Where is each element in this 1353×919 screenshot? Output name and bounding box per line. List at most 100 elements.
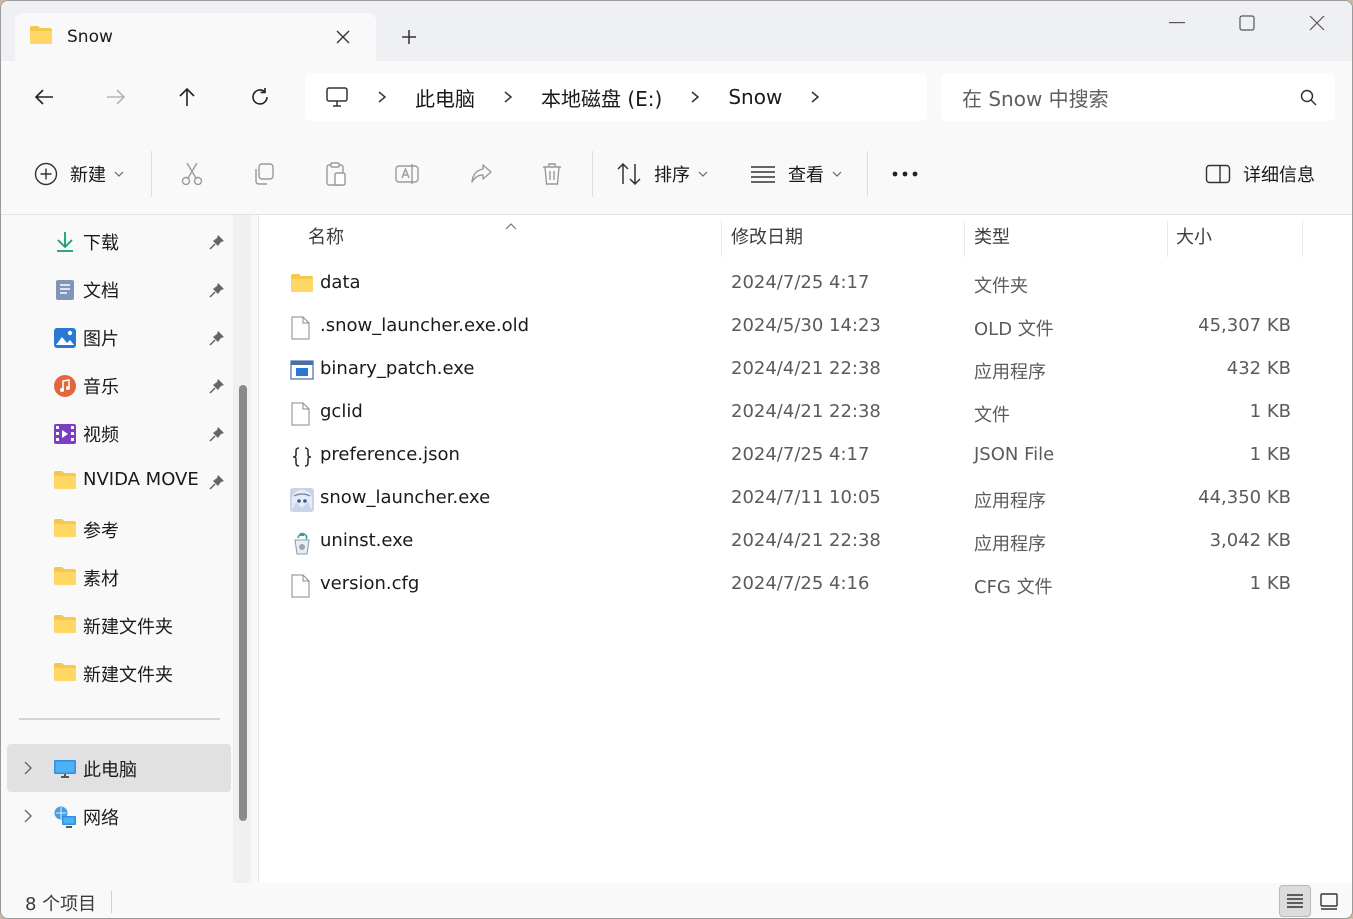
share-button[interactable] xyxy=(468,155,494,193)
sidebar-item-label: 视频 xyxy=(83,425,119,446)
chevron-right-icon xyxy=(501,90,515,104)
details-pane-icon xyxy=(1205,164,1231,184)
arrow-right-icon xyxy=(107,89,126,105)
delete-button[interactable] xyxy=(539,155,565,193)
file-list: 名称 修改日期 类型 大小 data 2024/7/25 4:17 文件夹 .s… xyxy=(260,215,1352,883)
rename-button[interactable] xyxy=(394,155,420,193)
folder-icon xyxy=(53,518,77,542)
file-size: 1 KB xyxy=(1249,573,1291,594)
sidebar-item-documents[interactable]: 文档 xyxy=(1,265,231,313)
column-divider[interactable] xyxy=(1167,221,1168,257)
sidebar-item-network[interactable]: 网络 xyxy=(1,792,231,840)
copy-button[interactable] xyxy=(251,155,277,193)
computer-icon xyxy=(53,757,77,781)
new-tab-button[interactable] xyxy=(395,23,423,51)
sidebar-item-materials[interactable]: 素材 xyxy=(1,553,231,601)
maximize-button[interactable] xyxy=(1212,1,1282,45)
large-icons-view-icon xyxy=(1320,893,1338,910)
file-name: data xyxy=(320,272,361,293)
tab-snow[interactable]: Snow xyxy=(15,13,376,61)
up-button[interactable] xyxy=(169,79,205,115)
sidebar-item-pictures[interactable]: 图片 xyxy=(1,313,231,361)
file-name: gclid xyxy=(320,401,363,422)
cut-button[interactable] xyxy=(179,155,205,193)
forward-button[interactable] xyxy=(98,79,134,115)
view-list-icon xyxy=(751,166,775,183)
document-icon xyxy=(53,278,77,302)
breadcrumb-snow[interactable]: Snow xyxy=(728,85,782,109)
table-row[interactable]: data 2024/7/25 4:17 文件夹 xyxy=(260,262,1352,305)
paste-button[interactable] xyxy=(323,155,349,193)
sidebar-scrollbar-thumb[interactable] xyxy=(239,385,247,821)
table-row[interactable]: binary_patch.exe 2024/4/21 22:38 应用程序 43… xyxy=(260,348,1352,391)
chevron-right-icon xyxy=(688,90,702,104)
sidebar-item-new-folder-2[interactable]: 新建文件夹 xyxy=(1,649,231,697)
navigation-bar: 此电脑 本地磁盘 (E:) Snow 在 Snow 中搜索 xyxy=(1,61,1352,133)
pin-icon[interactable] xyxy=(209,474,225,494)
minimize-button[interactable] xyxy=(1142,1,1212,45)
chevron-right-icon[interactable] xyxy=(808,90,822,104)
details-pane-button[interactable]: 详细信息 xyxy=(1205,155,1315,193)
column-header-name[interactable]: 名称 xyxy=(308,215,718,257)
refresh-button[interactable] xyxy=(242,79,278,115)
file-icon xyxy=(290,402,314,426)
file-date: 2024/7/11 10:05 xyxy=(731,487,881,508)
pin-icon[interactable] xyxy=(209,282,225,302)
more-options-button[interactable] xyxy=(891,155,919,193)
column-header-size[interactable]: 大小 xyxy=(1176,215,1296,257)
navigation-pane: 下载 文档 图片 音乐 视频 NVIDA MOVE 参考 素材 新建文件夹 新建… xyxy=(1,215,259,883)
pin-icon[interactable] xyxy=(209,330,225,350)
table-row[interactable]: uninst.exe 2024/4/21 22:38 应用程序 3,042 KB xyxy=(260,520,1352,563)
file-size: 1 KB xyxy=(1249,444,1291,465)
column-header-type[interactable]: 类型 xyxy=(974,215,1164,257)
sidebar-item-new-folder[interactable]: 新建文件夹 xyxy=(1,601,231,649)
file-size: 3,042 KB xyxy=(1209,530,1291,551)
sidebar-item-reference[interactable]: 参考 xyxy=(1,505,231,553)
tiles-view-button[interactable] xyxy=(1313,885,1345,917)
sidebar-item-videos[interactable]: 视频 xyxy=(1,409,231,457)
sidebar-item-label: 新建文件夹 xyxy=(83,665,173,686)
column-divider[interactable] xyxy=(964,221,965,257)
column-divider[interactable] xyxy=(721,221,722,257)
sidebar-item-downloads[interactable]: 下载 xyxy=(1,217,231,265)
toolbar-divider xyxy=(151,151,152,197)
table-row[interactable]: .snow_launcher.exe.old 2024/5/30 14:23 O… xyxy=(260,305,1352,348)
file-date: 2024/4/21 22:38 xyxy=(731,530,881,551)
close-window-button[interactable] xyxy=(1282,1,1352,45)
table-row[interactable]: version.cfg 2024/7/25 4:16 CFG 文件 1 KB xyxy=(260,563,1352,606)
search-icon[interactable] xyxy=(1300,89,1317,110)
sidebar-item-nvida-move[interactable]: NVIDA MOVE xyxy=(1,457,231,505)
chevron-right-icon[interactable] xyxy=(23,760,33,779)
folder-icon xyxy=(53,470,77,494)
file-name: uninst.exe xyxy=(320,530,414,551)
table-row[interactable]: preference.json 2024/7/25 4:17 JSON File… xyxy=(260,434,1352,477)
pin-icon[interactable] xyxy=(209,234,225,254)
close-tab-icon[interactable] xyxy=(332,26,354,48)
table-row[interactable]: snow_launcher.exe 2024/7/11 10:05 应用程序 4… xyxy=(260,477,1352,520)
sidebar-item-music[interactable]: 音乐 xyxy=(1,361,231,409)
sort-button[interactable]: 排序 xyxy=(616,155,708,193)
anime-app-icon xyxy=(290,488,314,512)
pin-icon[interactable] xyxy=(209,426,225,446)
new-label: 新建 xyxy=(70,165,106,186)
breadcrumb-this-pc[interactable]: 此电脑 xyxy=(415,83,475,112)
sidebar-item-this-pc[interactable]: 此电脑 xyxy=(7,744,231,792)
file-type: 应用程序 xyxy=(974,534,1046,555)
breadcrumb-local-disk[interactable]: 本地磁盘 (E:) xyxy=(541,83,662,112)
column-divider[interactable] xyxy=(1302,221,1303,257)
address-bar[interactable]: 此电脑 本地磁盘 (E:) Snow xyxy=(305,73,927,121)
search-input[interactable]: 在 Snow 中搜索 xyxy=(962,83,1109,112)
file-size: 1 KB xyxy=(1249,401,1291,422)
video-icon xyxy=(53,422,77,446)
new-button[interactable]: 新建 xyxy=(34,155,124,193)
column-header-date[interactable]: 修改日期 xyxy=(731,215,961,257)
search-box[interactable]: 在 Snow 中搜索 xyxy=(941,73,1335,121)
pin-icon[interactable] xyxy=(209,378,225,398)
back-button[interactable] xyxy=(26,79,62,115)
folder-icon xyxy=(53,566,77,590)
view-button[interactable]: 查看 xyxy=(750,155,842,193)
table-row[interactable]: gclid 2024/4/21 22:38 文件 1 KB xyxy=(260,391,1352,434)
details-view-button[interactable] xyxy=(1279,885,1311,917)
plus-circle-icon xyxy=(34,162,58,186)
chevron-right-icon[interactable] xyxy=(23,808,33,827)
